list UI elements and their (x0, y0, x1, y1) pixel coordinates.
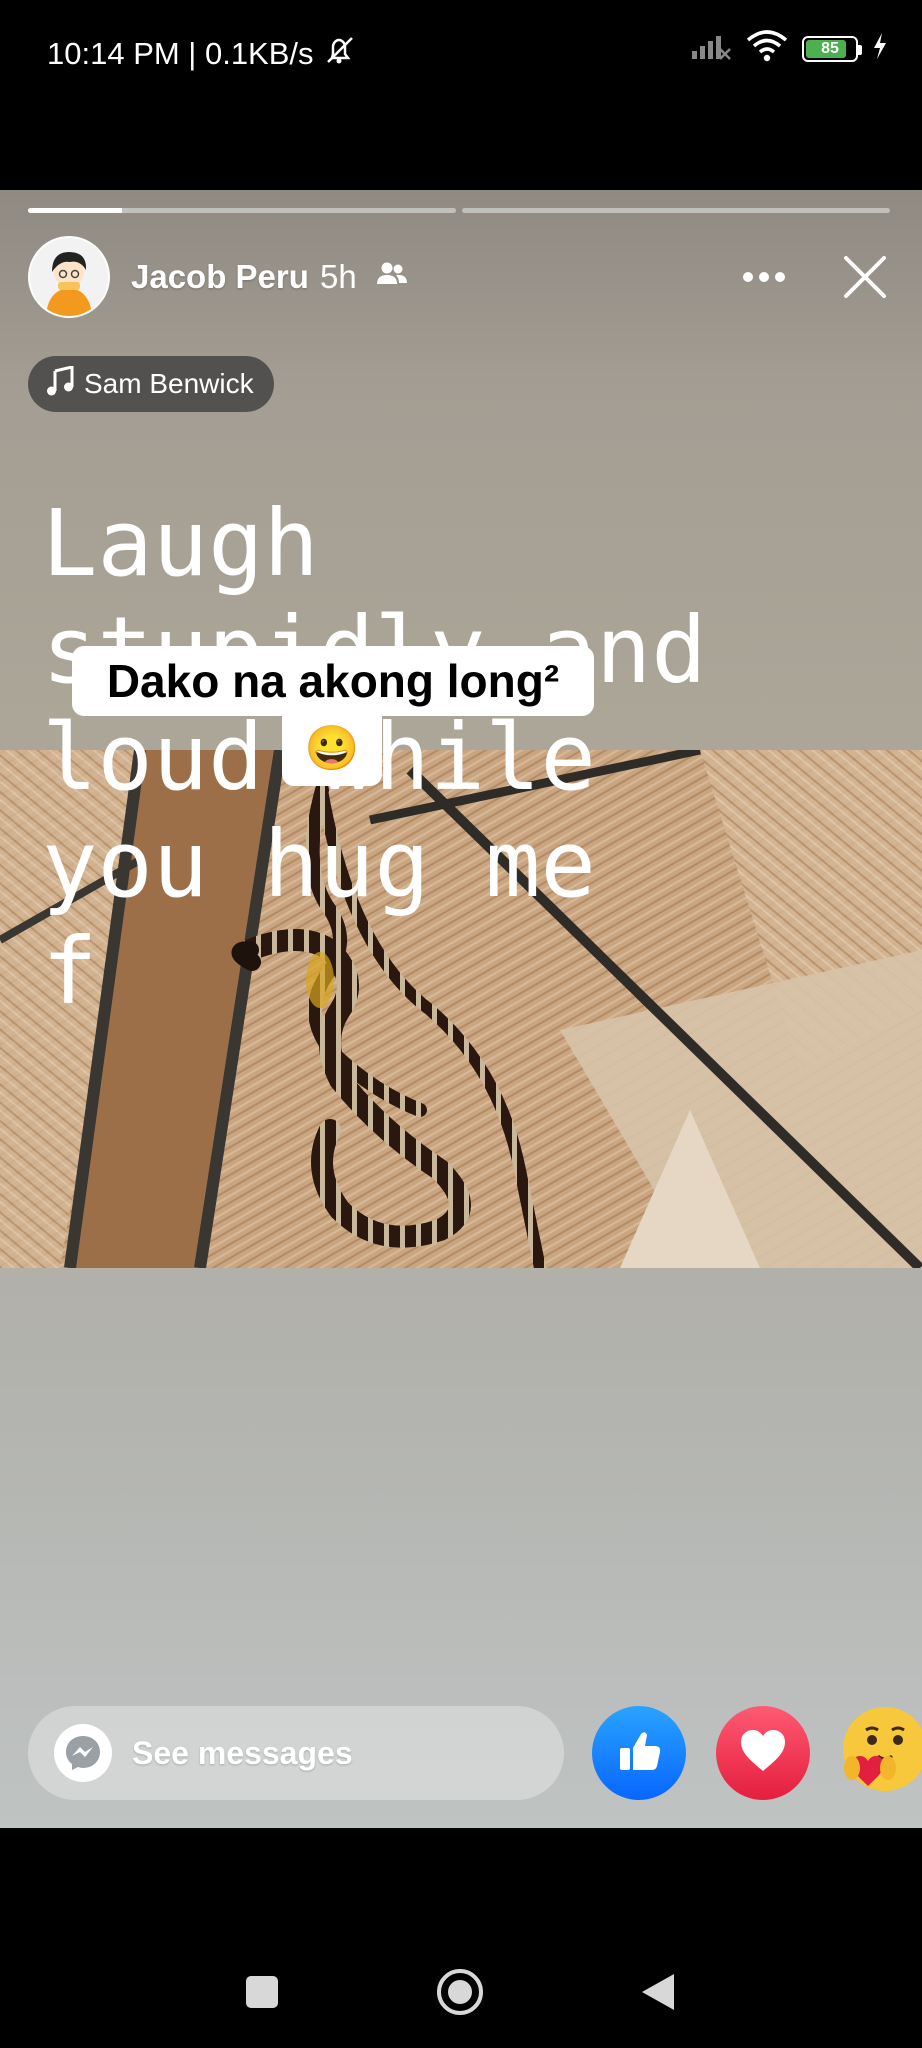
status-time-area: 10:14 PM | 0.1KB/s (47, 34, 358, 74)
mute-icon (322, 34, 358, 74)
sticker-text: Dako na akong long² (106, 655, 560, 707)
charging-icon (872, 32, 888, 65)
music-note-icon (46, 364, 74, 403)
see-messages-button[interactable]: See messages (28, 1706, 564, 1800)
battery-icon: 85 (802, 35, 862, 62)
emoji-sticker: 😀 (282, 710, 382, 786)
story-viewer[interactable]: Jacob Peru 5h Sam Benwick Laugh and loud… (0, 190, 922, 1828)
thumbs-up-icon (612, 1724, 666, 1783)
progress-segment (462, 208, 890, 213)
avatar[interactable] (28, 236, 110, 318)
close-icon[interactable] (840, 252, 890, 302)
care-reaction-button[interactable] (838, 1706, 922, 1800)
home-button[interactable] (436, 1968, 484, 2021)
music-chip[interactable]: Sam Benwick (28, 356, 274, 412)
story-time: 5h (320, 258, 357, 295)
more-options-icon[interactable] (740, 262, 788, 292)
grinning-face-icon: 😀 (304, 724, 360, 773)
music-title: Sam Benwick (84, 368, 254, 399)
heart-icon (737, 1727, 789, 1780)
progress-segment (28, 208, 456, 213)
signal-icon (690, 31, 732, 66)
messenger-icon (54, 1724, 112, 1782)
navigation-bar (0, 1828, 922, 2048)
status-time: 10:14 PM | 0.1KB/s (47, 36, 314, 71)
text-sticker: Dako na akong long² (72, 646, 594, 716)
care-emoji-icon (838, 1704, 922, 1803)
recent-apps-button[interactable] (246, 1976, 278, 2013)
back-button[interactable] (640, 1972, 676, 2017)
like-reaction-button[interactable] (592, 1706, 686, 1800)
wifi-icon (746, 30, 788, 67)
battery-level: 85 (821, 39, 839, 57)
status-bar: 10:14 PM | 0.1KB/s 85 (0, 0, 922, 110)
story-progress (28, 208, 890, 214)
story-text-overlay: Laugh stupidly and loud while you hug me… (42, 490, 707, 1025)
status-icons: 85 (690, 30, 888, 67)
see-messages-label: See messages (132, 1734, 353, 1771)
reply-bar: See messages (28, 1706, 922, 1802)
friends-icon (376, 260, 408, 293)
story-header: Jacob Peru 5h (28, 236, 894, 320)
love-reaction-button[interactable] (716, 1706, 810, 1800)
story-author[interactable]: Jacob Peru (131, 258, 309, 296)
